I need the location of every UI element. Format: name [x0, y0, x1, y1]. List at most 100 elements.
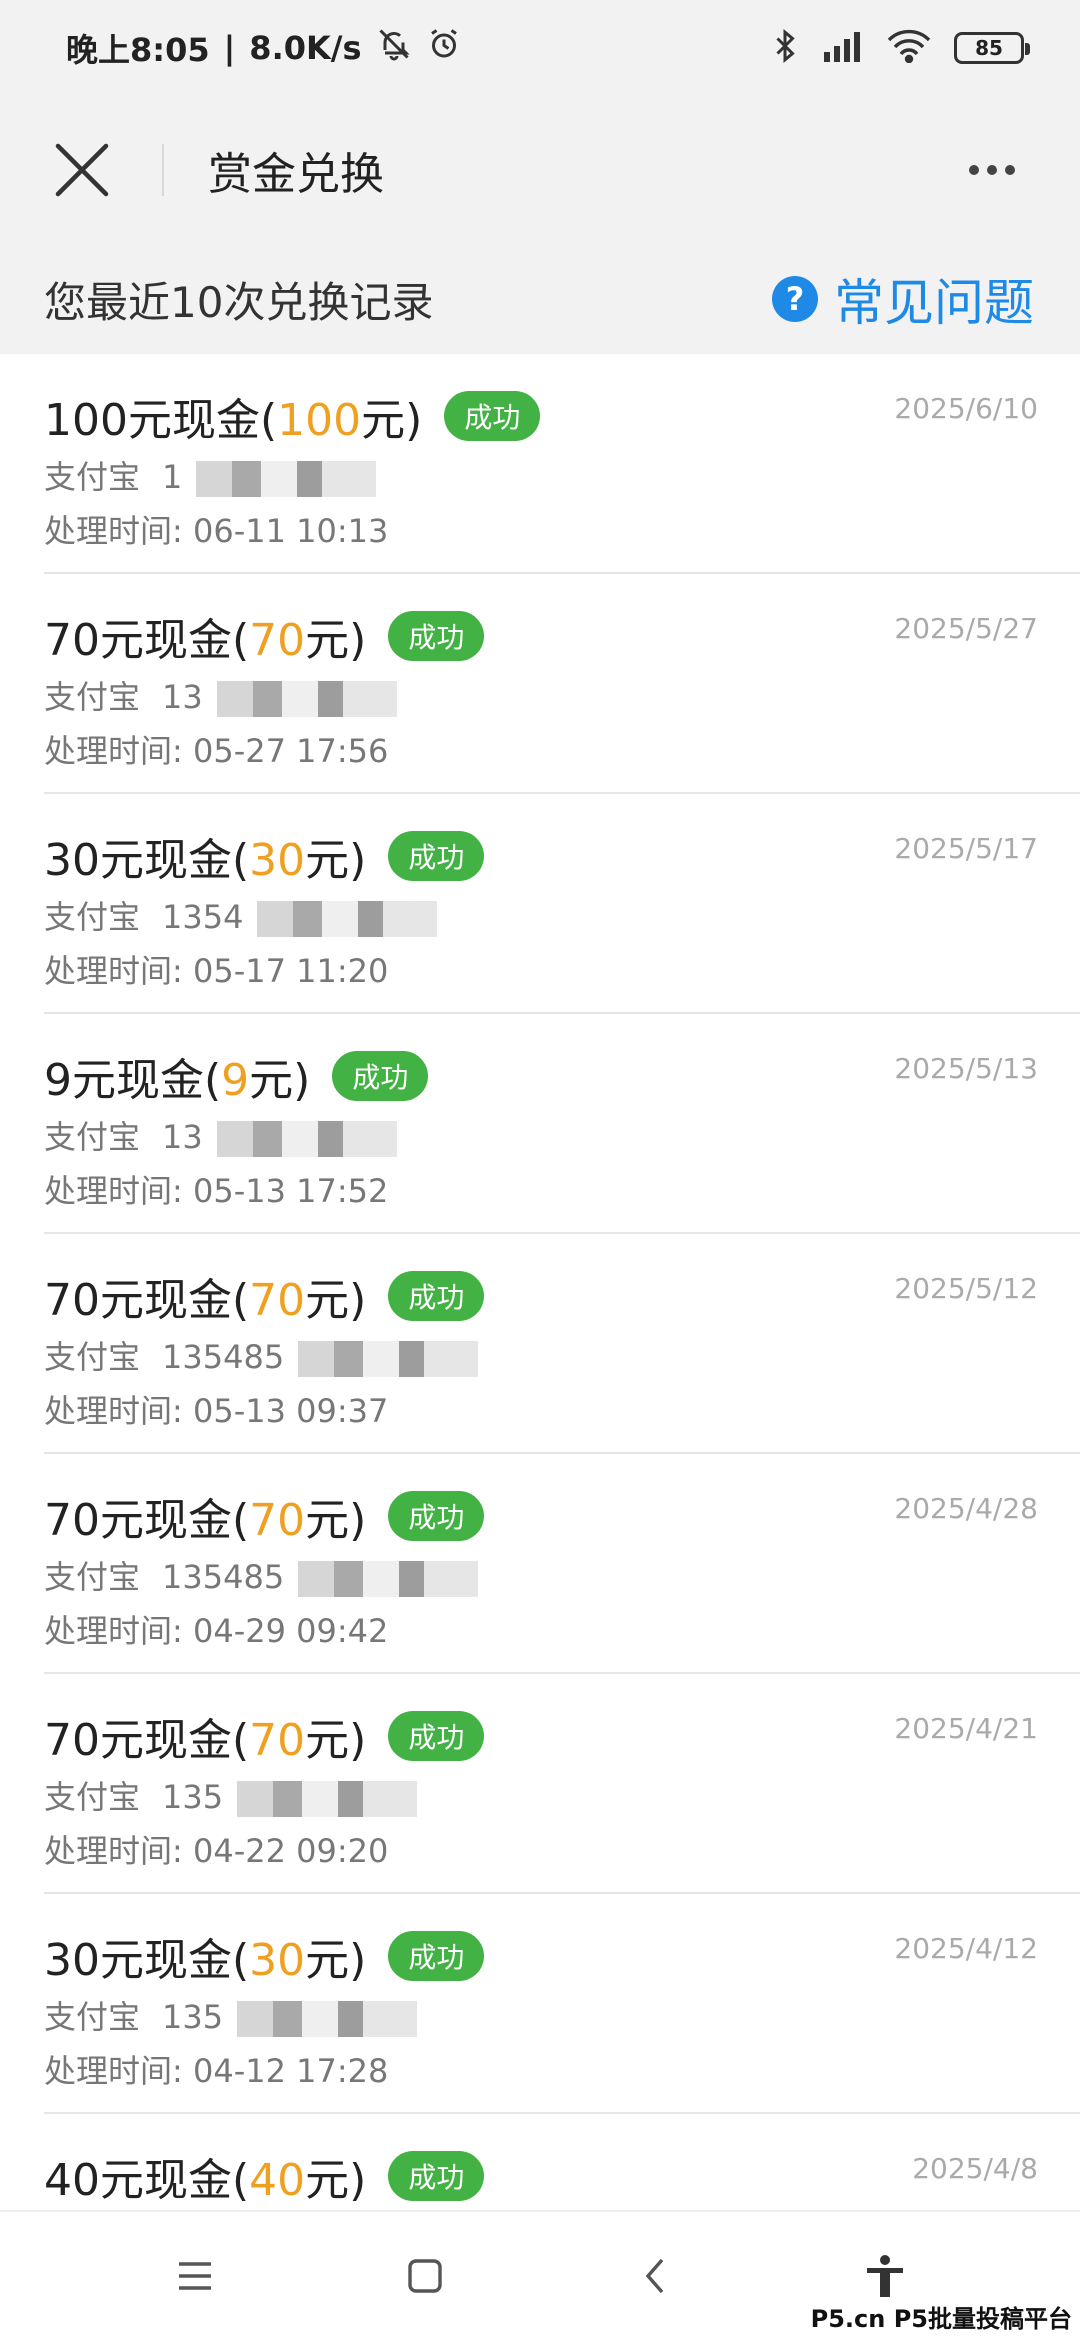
record-time: 处理时间: 05-13 17:52 — [44, 1172, 389, 1210]
menu-button[interactable] — [155, 2236, 235, 2316]
record-amount: 70 — [249, 1495, 306, 1546]
alarm-icon — [426, 26, 462, 70]
back-icon — [645, 2258, 664, 2294]
record-item[interactable]: 70元现金(70元) 成功 2025/5/12 支付宝 135485 处理时间: … — [44, 1234, 1080, 1454]
redaction-mosaic — [196, 461, 377, 497]
record-account: 支付宝 1354 — [44, 892, 438, 938]
record-date: 2025/4/12 — [894, 1932, 1038, 1965]
redaction-mosaic — [237, 2001, 418, 2037]
record-name: 70元现金(70元) — [44, 1275, 367, 1326]
status-badge: 成功 — [388, 831, 485, 881]
record-amount: 70 — [249, 1715, 306, 1766]
record-item[interactable]: 70元现金(70元) 成功 2025/4/28 支付宝 135485 处理时间: … — [44, 1454, 1080, 1674]
status-badge: 成功 — [388, 611, 485, 661]
more-button[interactable] — [952, 130, 1032, 210]
record-name: 70元现金(70元) — [44, 615, 367, 666]
signal-icon — [822, 30, 864, 66]
record-item[interactable]: 30元现金(30元) 成功 2025/4/12 支付宝 135 处理时间: 04-… — [44, 1894, 1080, 2114]
record-time: 处理时间: 05-27 17:56 — [44, 732, 389, 770]
record-account: 支付宝 135 — [44, 1992, 418, 2038]
status-badge: 成功 — [388, 1491, 485, 1541]
record-date: 2025/5/13 — [894, 1052, 1038, 1085]
faq-link[interactable]: ? 常见问题 — [772, 263, 1034, 335]
redaction-mosaic — [237, 1781, 418, 1817]
record-item[interactable]: 70元现金(70元) 成功 2025/5/27 支付宝 13 处理时间: 05-2… — [44, 574, 1080, 794]
bluetooth-icon — [770, 27, 800, 69]
status-separator: | — [223, 29, 236, 67]
status-left: 晚上8:05 | 8.0K/s — [66, 25, 462, 71]
record-name: 70元现金(70元) — [44, 1715, 367, 1766]
wifi-icon — [886, 29, 932, 67]
record-time: 处理时间: 06-11 10:13 — [44, 512, 389, 550]
record-name: 30元现金(30元) — [44, 835, 367, 886]
back-button[interactable] — [615, 2236, 695, 2316]
redaction-mosaic — [298, 1561, 479, 1597]
status-badge: 成功 — [388, 1271, 485, 1321]
record-time: 处理时间: 04-22 09:20 — [44, 1832, 389, 1870]
record-date: 2025/4/28 — [894, 1492, 1038, 1525]
record-date: 2025/5/17 — [894, 832, 1038, 865]
record-account: 支付宝 13 — [44, 672, 397, 718]
more-icon — [969, 165, 979, 175]
redaction-mosaic — [298, 1341, 479, 1377]
record-name: 40元现金(40元) — [44, 2155, 367, 2206]
record-list: 100元现金(100元) 成功 2025/6/10 支付宝 1 处理时间: 06-… — [0, 354, 1080, 2234]
title-divider — [162, 144, 164, 196]
home-icon — [408, 2259, 442, 2293]
record-account: 支付宝 135485 — [44, 1552, 479, 1598]
battery-icon: 85 — [954, 32, 1030, 64]
record-date: 2025/4/21 — [894, 1712, 1038, 1745]
records-title: 您最近10次兑换记录 — [44, 277, 434, 327]
record-amount: 30 — [249, 835, 306, 886]
redaction-mosaic — [257, 901, 438, 937]
status-speed: 8.0K/s — [249, 29, 362, 67]
records-header: 您最近10次兑换记录 ? 常见问题 — [0, 244, 1080, 354]
record-date: 2025/5/12 — [894, 1272, 1038, 1305]
close-button[interactable] — [32, 120, 132, 220]
status-badge: 成功 — [388, 1711, 485, 1761]
record-time: 处理时间: 04-12 17:28 — [44, 2052, 389, 2090]
record-amount: 9 — [221, 1055, 250, 1106]
redaction-mosaic — [216, 681, 397, 717]
record-date: 2025/5/27 — [894, 612, 1038, 645]
menu-icon — [179, 2262, 211, 2290]
record-name: 9元现金(9元) — [44, 1055, 311, 1106]
status-badge: 成功 — [388, 2151, 485, 2201]
help-icon: ? — [772, 276, 818, 322]
record-name: 70元现金(70元) — [44, 1495, 367, 1546]
record-amount: 30 — [249, 1935, 306, 1986]
title-bar: 赏金兑换 — [0, 96, 1080, 244]
accessibility-icon — [867, 2255, 903, 2297]
record-account: 支付宝 13 — [44, 1112, 397, 1158]
status-time: 晚上8:05 — [66, 31, 210, 69]
record-amount: 70 — [249, 615, 306, 666]
record-amount: 40 — [249, 2155, 306, 2206]
mute-bell-icon — [376, 26, 412, 70]
record-account: 支付宝 135485 — [44, 1332, 479, 1378]
record-name: 100元现金(100元) — [44, 395, 423, 446]
status-badge: 成功 — [444, 391, 541, 441]
record-item[interactable]: 70元现金(70元) 成功 2025/4/21 支付宝 135 处理时间: 04-… — [44, 1674, 1080, 1894]
faq-label: 常见问题 — [834, 274, 1034, 332]
record-account: 支付宝 135 — [44, 1772, 418, 1818]
record-time: 处理时间: 05-17 11:20 — [44, 952, 389, 990]
record-date: 2025/6/10 — [894, 392, 1038, 425]
record-date: 2025/4/8 — [912, 2152, 1038, 2185]
home-button[interactable] — [385, 2236, 465, 2316]
record-name: 30元现金(30元) — [44, 1935, 367, 1986]
status-badge: 成功 — [388, 1931, 485, 1981]
status-right: 85 — [770, 27, 1030, 69]
page-title: 赏金兑换 — [208, 149, 384, 200]
record-amount: 70 — [249, 1275, 306, 1326]
record-account: 支付宝 1 — [44, 452, 377, 498]
record-time: 处理时间: 05-13 09:37 — [44, 1392, 389, 1430]
redaction-mosaic — [216, 1121, 397, 1157]
record-item[interactable]: 9元现金(9元) 成功 2025/5/13 支付宝 13 处理时间: 05-13 … — [44, 1014, 1080, 1234]
close-icon — [55, 143, 109, 197]
record-item[interactable]: 100元现金(100元) 成功 2025/6/10 支付宝 1 处理时间: 06-… — [44, 354, 1080, 574]
record-amount: 100 — [277, 395, 362, 446]
status-badge: 成功 — [332, 1051, 429, 1101]
status-bar: 晚上8:05 | 8.0K/s 85 — [0, 0, 1080, 96]
record-item[interactable]: 30元现金(30元) 成功 2025/5/17 支付宝 1354 处理时间: 05… — [44, 794, 1080, 1014]
record-time: 处理时间: 04-29 09:42 — [44, 1612, 389, 1650]
